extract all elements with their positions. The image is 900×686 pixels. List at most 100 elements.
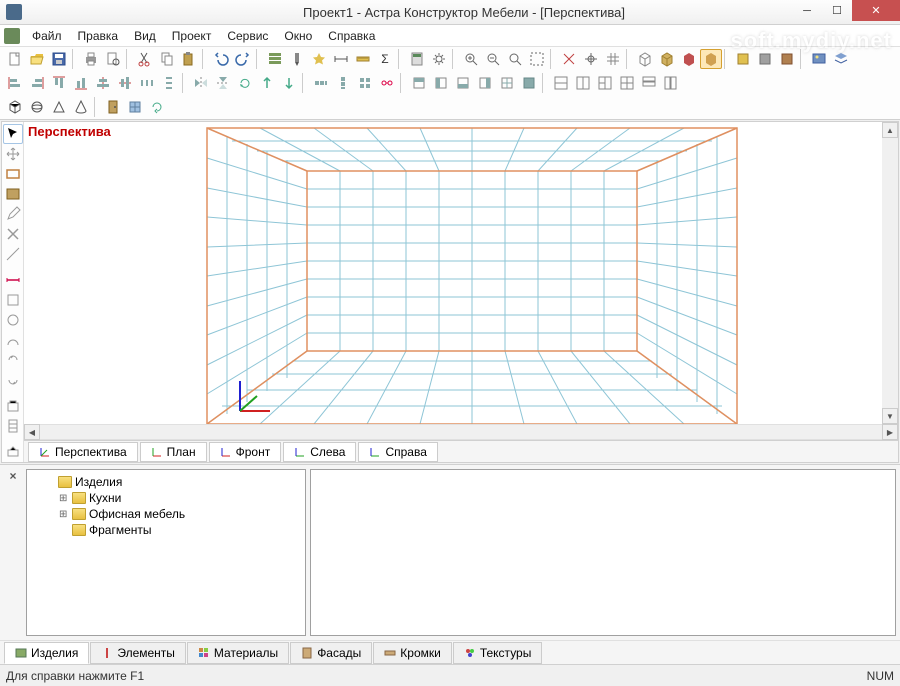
close-button[interactable]: ✕	[852, 0, 900, 21]
scroll-down-button[interactable]: ▼	[882, 408, 898, 424]
btab-facades[interactable]: Фасады	[290, 642, 372, 664]
render-button[interactable]	[808, 49, 830, 69]
tab-perspective[interactable]: Перспектива	[28, 442, 138, 462]
menu-edit[interactable]: Правка	[70, 27, 127, 45]
calc-button[interactable]	[406, 49, 428, 69]
cube-icon[interactable]	[4, 97, 26, 117]
tab-right[interactable]: Справа	[358, 442, 437, 462]
scroll-up-button[interactable]: ▲	[882, 122, 898, 138]
mdi-control-icon[interactable]	[4, 28, 20, 44]
box-shade-button[interactable]	[678, 49, 700, 69]
drill-button[interactable]	[286, 49, 308, 69]
snap-button[interactable]	[558, 49, 580, 69]
tab-front[interactable]: Фронт	[209, 442, 282, 462]
tab-plan[interactable]: План	[140, 442, 207, 462]
minimize-button[interactable]: ─	[792, 0, 822, 21]
distribute-h-button[interactable]	[136, 73, 158, 93]
panel5-button[interactable]	[496, 73, 518, 93]
move-up-button[interactable]	[256, 73, 278, 93]
align-top-button[interactable]	[48, 73, 70, 93]
btab-materials[interactable]: Материалы	[187, 642, 289, 664]
box-wireframe-button[interactable]	[634, 49, 656, 69]
light3-button[interactable]	[776, 49, 798, 69]
maximize-button[interactable]: ☐	[822, 0, 852, 21]
align-right-button[interactable]	[26, 73, 48, 93]
align-left-button[interactable]	[4, 73, 26, 93]
tool-d[interactable]	[3, 330, 23, 350]
tool-e[interactable]	[3, 350, 23, 370]
cut-button[interactable]	[134, 49, 156, 69]
dim-button[interactable]	[330, 49, 352, 69]
tree-item[interactable]: Фрагменты	[59, 522, 301, 538]
undo-button[interactable]	[210, 49, 232, 69]
tab-left[interactable]: Слева	[283, 442, 356, 462]
zoom-fit-button[interactable]	[504, 49, 526, 69]
cone-icon[interactable]	[70, 97, 92, 117]
menu-window[interactable]: Окно	[276, 27, 320, 45]
menu-help[interactable]: Справка	[320, 27, 383, 45]
panel-tool[interactable]	[3, 184, 23, 204]
paste-button[interactable]	[178, 49, 200, 69]
sum-button[interactable]: Σ	[374, 49, 396, 69]
wizard-button[interactable]	[308, 49, 330, 69]
settings-button[interactable]	[428, 49, 450, 69]
align-center-h-button[interactable]	[92, 73, 114, 93]
layoutb-button[interactable]	[572, 73, 594, 93]
sphere-icon[interactable]	[26, 97, 48, 117]
zoom-in-button[interactable]	[460, 49, 482, 69]
mirror-h-button[interactable]	[190, 73, 212, 93]
group-grid-button[interactable]	[354, 73, 376, 93]
menu-file[interactable]: Файл	[24, 27, 70, 45]
save-button[interactable]	[48, 49, 70, 69]
group-col-button[interactable]	[332, 73, 354, 93]
copy-button[interactable]	[156, 49, 178, 69]
tool-f[interactable]	[3, 370, 23, 390]
box-solid-button[interactable]	[656, 49, 678, 69]
btab-elements[interactable]: Элементы	[90, 642, 186, 664]
ruler-button[interactable]	[352, 49, 374, 69]
group-row-button[interactable]	[310, 73, 332, 93]
tree-item[interactable]: Кухни	[59, 490, 301, 506]
light2-button[interactable]	[754, 49, 776, 69]
panel4-button[interactable]	[474, 73, 496, 93]
door-icon[interactable]	[102, 97, 124, 117]
light1-button[interactable]	[732, 49, 754, 69]
layoutd-button[interactable]	[616, 73, 638, 93]
crosshair-button[interactable]	[580, 49, 602, 69]
rect-tool[interactable]	[3, 164, 23, 184]
edit-tool[interactable]	[3, 204, 23, 224]
tree-item[interactable]: Офисная мебель	[59, 506, 301, 522]
layoute-button[interactable]	[638, 73, 660, 93]
select-arrow-tool[interactable]	[3, 124, 23, 144]
rotate-button[interactable]	[234, 73, 256, 93]
triangle-icon[interactable]	[48, 97, 70, 117]
refresh-icon[interactable]	[146, 97, 168, 117]
distribute-v-button[interactable]	[158, 73, 180, 93]
mirror-v-button[interactable]	[212, 73, 234, 93]
delete-tool[interactable]	[3, 224, 23, 244]
line-tool[interactable]	[3, 244, 23, 264]
menu-project[interactable]: Проект	[164, 27, 220, 45]
layoutc-button[interactable]	[594, 73, 616, 93]
project-params-button[interactable]	[264, 49, 286, 69]
layouta-button[interactable]	[550, 73, 572, 93]
print-preview-button[interactable]	[102, 49, 124, 69]
horizontal-scrollbar[interactable]: ◀ ▶	[24, 424, 898, 440]
tool-g[interactable]	[3, 396, 23, 416]
move-down-button[interactable]	[278, 73, 300, 93]
box-texture-button[interactable]	[700, 49, 722, 69]
scroll-track[interactable]	[40, 424, 882, 440]
new-file-button[interactable]	[4, 49, 26, 69]
scroll-left-button[interactable]: ◀	[24, 424, 40, 440]
window-icon[interactable]	[124, 97, 146, 117]
preview-pane[interactable]	[310, 469, 896, 636]
layoutf-button[interactable]	[660, 73, 682, 93]
menu-service[interactable]: Сервис	[219, 27, 276, 45]
scroll-track[interactable]	[882, 138, 898, 408]
menu-view[interactable]: Вид	[126, 27, 164, 45]
btab-products[interactable]: Изделия	[4, 642, 89, 664]
vertical-scrollbar[interactable]: ▲ ▼	[882, 122, 898, 424]
tool-i[interactable]	[3, 442, 23, 462]
print-button[interactable]	[80, 49, 102, 69]
redo-button[interactable]	[232, 49, 254, 69]
